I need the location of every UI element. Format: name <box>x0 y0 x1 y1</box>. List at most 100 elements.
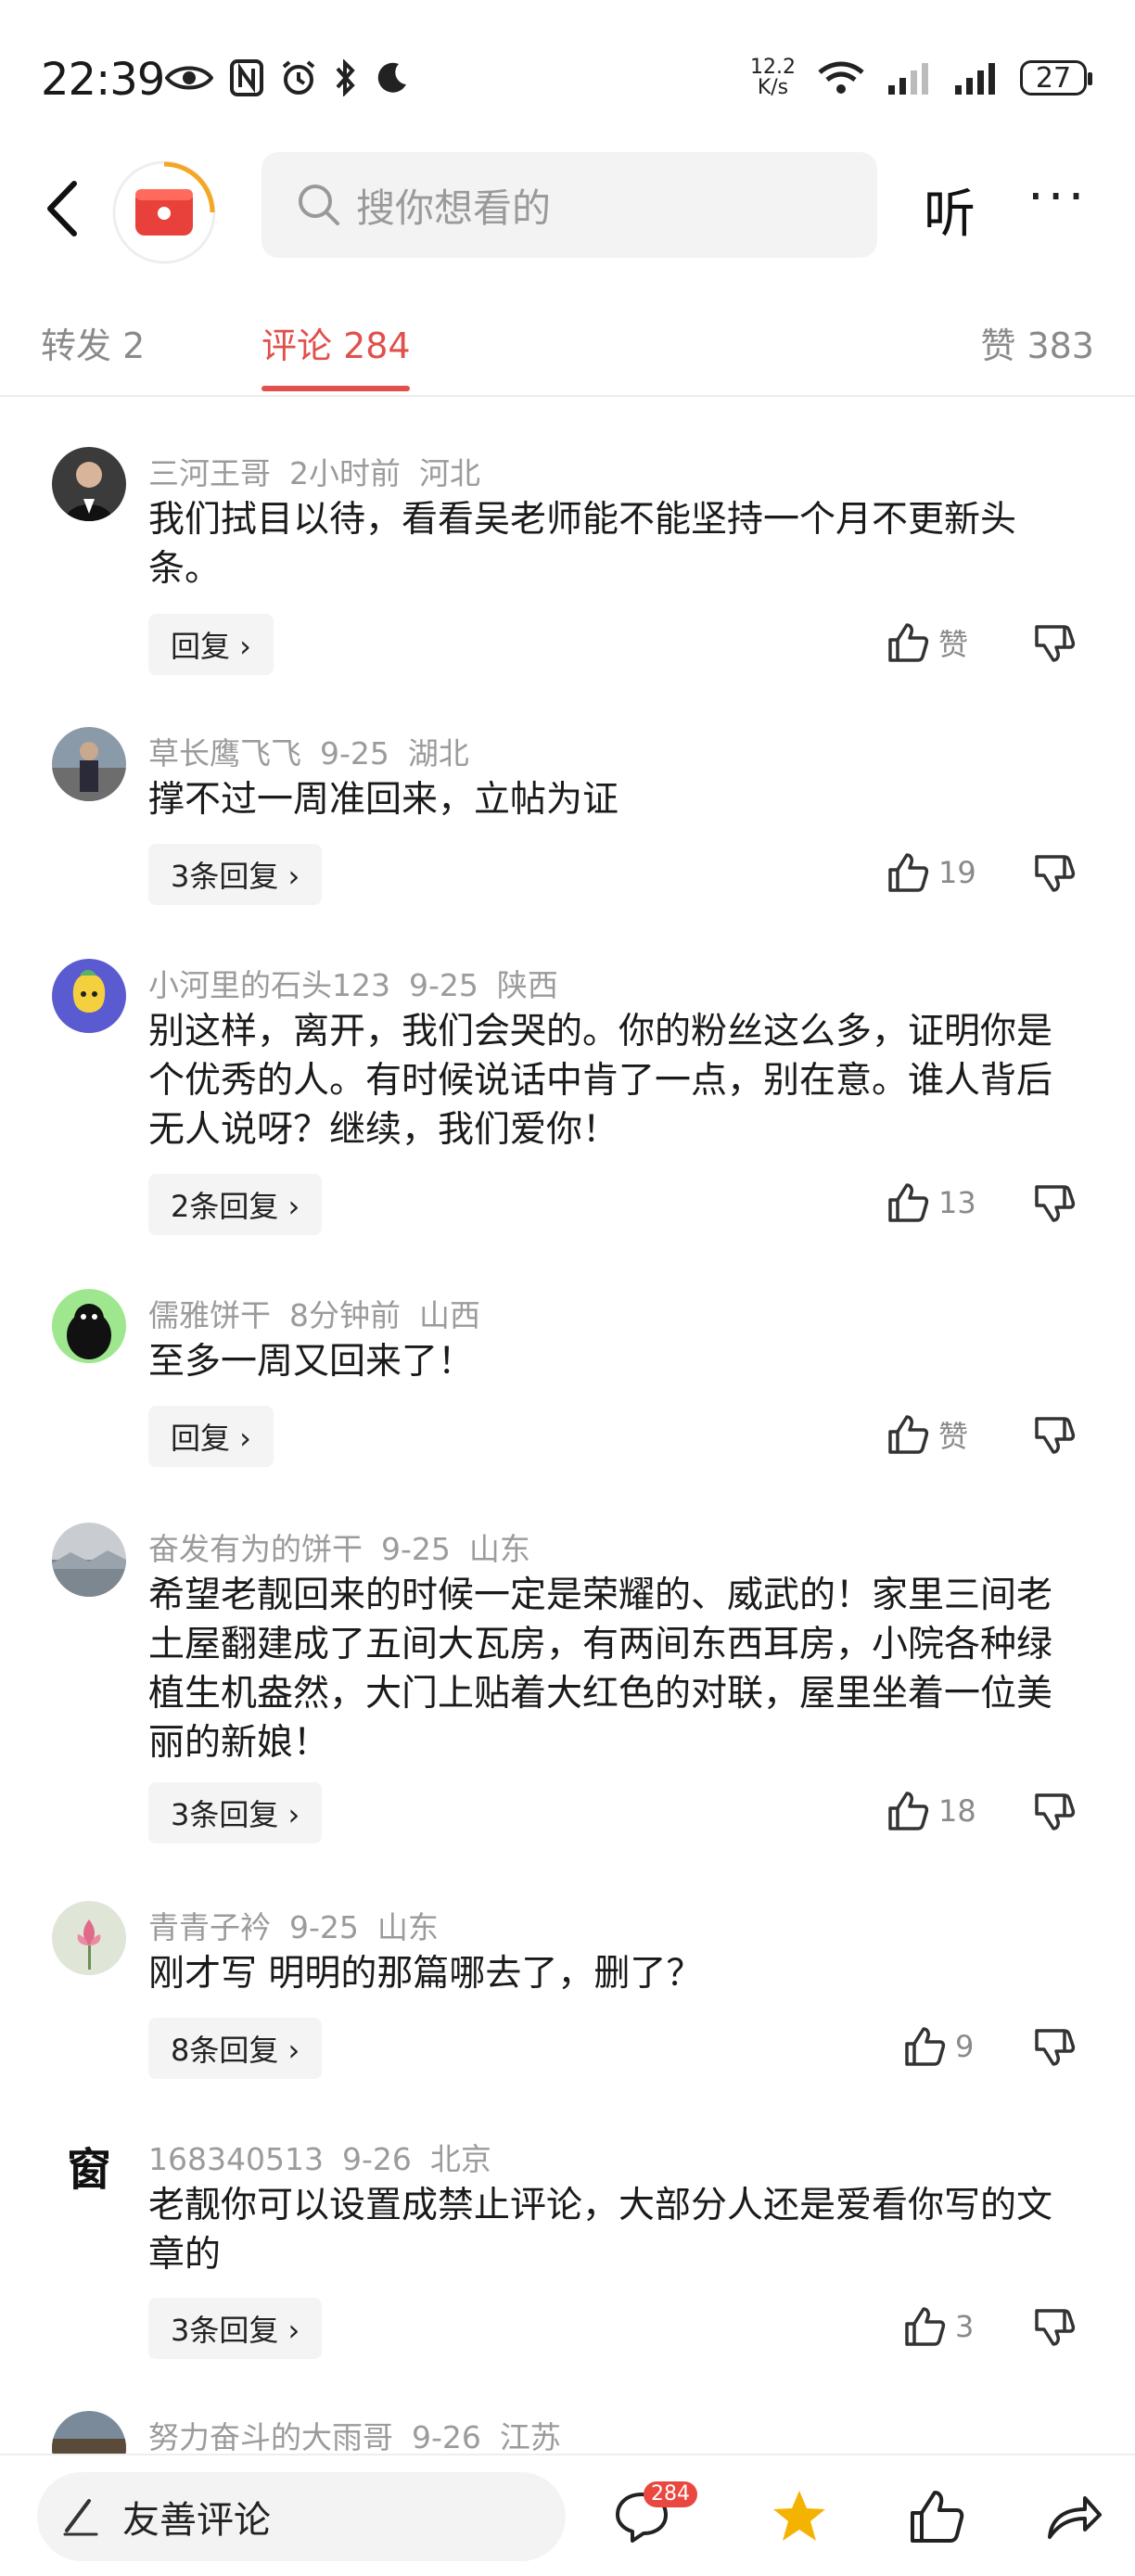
search-placeholder: 搜你想看的 <box>356 185 552 231</box>
tab-comments[interactable]: 评论 284 <box>261 317 411 368</box>
comment-meta: 儒雅饼干 8分钟前 山西 <box>148 1291 499 1335</box>
comment-text[interactable]: 希望老靓回来的时候一定是荣耀的、威武的！家里三间老土屋翻建成了五间大瓦房，有两间… <box>148 1571 1085 1767</box>
comment-location: 江苏 <box>499 2419 561 2455</box>
like-count: 9 <box>955 2029 975 2064</box>
comment-time: 9-25 <box>381 1531 451 1567</box>
comment-meta: 奋发有为的饼干 9-25 山东 <box>148 1524 549 1569</box>
like-button[interactable]: 9 <box>903 2025 974 2068</box>
share-icon[interactable] <box>1044 2487 1103 2546</box>
like-count: 3 <box>955 2309 975 2344</box>
comment-meta: 小河里的石头123 9-25 陕西 <box>148 961 577 1005</box>
net-speed-unit: K/s <box>757 76 789 99</box>
reply-button[interactable]: 回复 › <box>148 1406 274 1467</box>
comment-location: 陕西 <box>496 967 558 1003</box>
comment-count-badge: 284 <box>644 2481 697 2507</box>
top-nav: 搜你想看的 听 ··· <box>0 139 1135 274</box>
back-arrow-icon[interactable] <box>37 176 93 241</box>
wifi-icon <box>818 61 864 94</box>
search-box[interactable]: 搜你想看的 <box>261 152 877 258</box>
comment-user[interactable]: 努力奋斗的大雨哥 <box>148 2419 393 2455</box>
more-button[interactable]: ··· <box>1027 167 1088 227</box>
comment-text[interactable]: 别这样，离开，我们会哭的。你的粉丝这么多，证明你是个优秀的人。有时候说话中肯了一… <box>148 1007 1085 1154</box>
tab-active-indicator <box>261 386 410 391</box>
reply-button[interactable]: 3条回复 › <box>148 2298 323 2359</box>
tab-repost[interactable]: 转发 2 <box>41 317 145 368</box>
comment-time: 8分钟前 <box>289 1297 401 1333</box>
tab-likes[interactable]: 赞 383 <box>980 317 1094 368</box>
like-button[interactable]: 19 <box>886 851 976 894</box>
thumbs-up-icon <box>905 2027 946 2066</box>
thumbs-up-icon <box>888 623 929 662</box>
like-count: 18 <box>938 1793 976 1829</box>
reply-button[interactable]: 3条回复 › <box>148 1782 323 1843</box>
thumbs-down-icon[interactable] <box>1033 2305 1076 2348</box>
comment-user[interactable]: 儒雅饼干 <box>148 1297 271 1333</box>
reply-button[interactable]: 回复 › <box>148 614 274 675</box>
listen-button[interactable]: 听 <box>924 172 976 248</box>
comment-time: 9-26 <box>341 2141 412 2177</box>
comment-meta: 168340513 9-26 北京 <box>148 2135 510 2179</box>
signal-icon <box>888 63 928 95</box>
comment-location: 山东 <box>376 1909 439 1945</box>
comment-location: 北京 <box>429 2141 491 2177</box>
comment-user[interactable]: 小河里的石头123 <box>148 967 390 1003</box>
nfc-icon <box>230 59 263 96</box>
comment-text[interactable]: 刚才写 明明的那篇哪去了，删了？ <box>148 1949 1085 1998</box>
comment-text[interactable]: 撑不过一周准回来，立帖为证 <box>148 775 1085 824</box>
status-icons-left <box>165 59 410 96</box>
avatar-glyph: 窗 <box>67 2144 111 2196</box>
avatar[interactable]: 窗 <box>52 2133 126 2207</box>
like-button[interactable]: 3 <box>903 2305 974 2348</box>
signal-icon-2 <box>955 63 995 95</box>
comment-time: 9-25 <box>409 967 478 1003</box>
comment-text[interactable]: 老靓你可以设置成禁止评论，大部分人还是爱看你写的文章的 <box>148 2181 1085 2279</box>
status-icons-right: 12.2 K/s 27 <box>750 57 1092 99</box>
comment-text[interactable]: 至多一周又回来了！ <box>148 1337 1085 1386</box>
reply-button[interactable]: 8条回复 › <box>148 2018 323 2079</box>
avatar[interactable] <box>52 1901 126 1975</box>
comment-location: 湖北 <box>407 735 469 772</box>
thumbs-down-icon[interactable] <box>1033 621 1076 664</box>
avatar[interactable] <box>52 1523 126 1597</box>
thumbs-up-icon <box>888 853 929 892</box>
thumbs-down-icon[interactable] <box>1033 1790 1076 1832</box>
thumbs-down-icon[interactable] <box>1033 1181 1076 1224</box>
moon-icon <box>377 62 406 93</box>
status-time: 22:39 <box>41 54 165 106</box>
like-button[interactable]: 18 <box>886 1790 976 1832</box>
avatar[interactable] <box>52 447 126 521</box>
comment-user[interactable]: 168340513 <box>148 2141 324 2177</box>
comment-user[interactable]: 青青子衿 <box>148 1909 271 1945</box>
comment-user[interactable]: 奋发有为的饼干 <box>148 1531 363 1567</box>
comment-text[interactable]: 我们拭目以待，看看吴老师能不能坚持一个月不更新头条。 <box>148 495 1085 593</box>
like-button[interactable]: 赞 <box>886 1413 968 1456</box>
thumbs-down-icon[interactable] <box>1033 851 1076 894</box>
thumbs-down-icon[interactable] <box>1033 2025 1076 2068</box>
reply-button[interactable]: 3条回复 › <box>148 844 323 905</box>
comment-meta: 三河王哥 2小时前 河北 <box>148 449 499 493</box>
like-count: 赞 <box>938 627 969 662</box>
comment-user[interactable]: 草长鹰飞飞 <box>148 735 301 772</box>
app-logo[interactable] <box>111 159 217 265</box>
battery-icon: 27 <box>1020 60 1092 96</box>
avatar[interactable] <box>52 959 126 1033</box>
like-count: 13 <box>938 1185 976 1220</box>
comment-input[interactable]: 友善评论 <box>37 2472 566 2561</box>
comment-meta: 草长鹰飞飞 9-25 湖北 <box>148 729 488 773</box>
like-button[interactable]: 赞 <box>886 621 968 664</box>
comment-user[interactable]: 三河王哥 <box>148 455 271 491</box>
like-button[interactable]: 13 <box>886 1181 976 1224</box>
thumbs-up-icon <box>888 1415 929 1454</box>
reply-button[interactable]: 2条回复 › <box>148 1174 323 1235</box>
thumbs-up-icon <box>888 1792 929 1830</box>
comment-time: 9-25 <box>320 735 389 772</box>
comment-meta: 努力奋斗的大雨哥 9-26 江苏 <box>148 2413 580 2457</box>
comment-location: 山东 <box>468 1531 530 1567</box>
avatar[interactable] <box>52 727 126 801</box>
status-bar: 22:39 12.2 K/s 27 <box>0 0 1135 139</box>
avatar[interactable] <box>52 1289 126 1363</box>
star-icon[interactable] <box>770 2487 829 2546</box>
thumbs-up-icon[interactable] <box>907 2487 966 2546</box>
bottom-bar: 友善评论 284 <box>0 2454 1135 2576</box>
thumbs-down-icon[interactable] <box>1033 1413 1076 1456</box>
